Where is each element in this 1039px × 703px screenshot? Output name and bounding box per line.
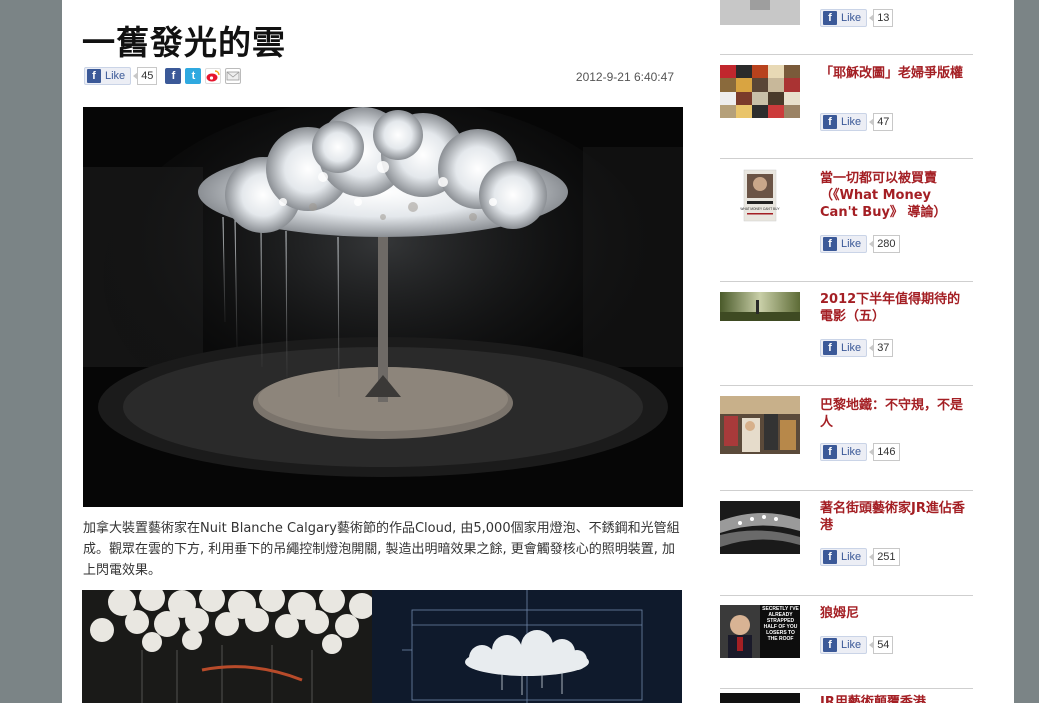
sidebar-item-title[interactable]: 當一切都可以被買賣（《What Money Can't Buy》 導論） (820, 170, 970, 221)
fb-like-button[interactable]: f Like (820, 443, 868, 461)
article-date: 2012-9-21 6:40:47 (575, 70, 674, 84)
book-cover-text: WHAT MONEY CAN'T BUY (740, 207, 780, 211)
fb-like-button[interactable]: f Like (820, 235, 868, 253)
sidebar-thumb[interactable] (720, 396, 800, 454)
fb-like-label: Like (841, 116, 862, 128)
sidebar-item-title[interactable]: 「耶穌改圖」老婦爭版權 (820, 65, 970, 82)
facebook-icon[interactable]: f (165, 68, 182, 84)
divider (720, 54, 973, 55)
sidebar-item: 「耶穌改圖」老婦爭版權 f Like 47 (720, 54, 973, 138)
fb-like-button[interactable]: f Like (820, 113, 868, 131)
fb-like-count: 280 (869, 235, 900, 253)
divider (720, 385, 973, 386)
fb-like-count: 45 (133, 67, 158, 85)
sidebar-item: JR用藝術顛覆香港 (720, 688, 973, 703)
sidebar-thumb[interactable]: WHAT MONEY CAN'T BUY (720, 168, 800, 223)
facebook-f-icon: f (87, 69, 101, 83)
fb-like-count: 54 (869, 636, 894, 654)
sidebar-thumb[interactable] (720, 65, 800, 118)
fb-like-button[interactable]: f Like (820, 9, 868, 27)
fb-like-label: Like (105, 70, 126, 82)
sidebar-item: WHAT MONEY CAN'T BUY 當一切都可以被買賣（《What Mon… (720, 158, 973, 278)
sidebar-thumb[interactable] (720, 693, 800, 703)
fb-like-label: Like (841, 446, 862, 458)
fb-like-label: Like (841, 639, 862, 651)
sidebar-item-top: f Like 13 (720, 0, 973, 40)
page: 一舊發光的雲 f Like 45 f t 2012-9-21 6:40:47 加… (62, 0, 1014, 703)
cloud-installation-image (83, 107, 683, 507)
sidebar-item: 著名街頭藝術家JR進佔香港 f Like 251 (720, 490, 973, 595)
facebook-f-icon: f (823, 11, 837, 25)
fb-like-count: 13 (869, 9, 894, 27)
sidebar-like-widget: f Like 37 (820, 339, 894, 357)
sidebar-like-widget: f Like 280 (820, 235, 900, 253)
facebook-f-icon: f (823, 638, 837, 652)
sidebar-like-widget: f Like 47 (820, 113, 894, 131)
sidebar-thumb[interactable]: SECRETLY I'VE ALREADY STRAPPED HALF OF Y… (720, 605, 800, 658)
fb-like-label: Like (841, 12, 862, 24)
fb-like-count: 47 (869, 113, 894, 131)
sidebar-thumb[interactable] (720, 501, 800, 554)
twitter-icon[interactable]: t (185, 68, 202, 84)
sidebar-item-title[interactable]: 著名街頭藝術家JR進佔香港 (820, 500, 970, 534)
fb-like-button[interactable]: f Like (820, 636, 868, 654)
article-description: 加拿大裝置藝術家在Nuit Blanche Calgary藝術節的作品Cloud… (83, 521, 680, 578)
facebook-f-icon: f (823, 237, 837, 251)
sidebar-thumb[interactable] (720, 0, 800, 25)
divider (720, 595, 973, 596)
fb-like-label: Like (841, 238, 862, 250)
sidebar-item-title[interactable]: 2012下半年值得期待的電影（五） (820, 291, 970, 325)
cloud-detail-image (82, 590, 682, 703)
sidebar-like-widget: f Like 54 (820, 636, 894, 654)
fb-like-button[interactable]: f Like (84, 67, 132, 85)
weibo-icon[interactable] (205, 68, 222, 84)
sidebar-item-title[interactable]: JR用藝術顛覆香港 (820, 694, 970, 703)
facebook-f-icon: f (823, 445, 837, 459)
sidebar-thumb[interactable] (720, 292, 800, 321)
email-icon[interactable] (225, 68, 242, 84)
sidebar-like-widget: f Like 251 (820, 548, 900, 566)
sidebar-item-title[interactable]: 狼姆尼 (820, 605, 970, 622)
sidebar-item: 2012下半年值得期待的電影（五） f Like 37 (720, 281, 973, 381)
sidebar-item: SECRETLY I'VE ALREADY STRAPPED HALF OF Y… (720, 595, 973, 685)
fb-like-count: 251 (869, 548, 900, 566)
facebook-f-icon: f (823, 115, 837, 129)
share-bar: f Like 45 f t (84, 66, 242, 86)
sidebar-like-widget: f Like 146 (820, 443, 900, 461)
fb-like-count: 37 (869, 339, 894, 357)
fb-like-label: Like (841, 342, 862, 354)
sidebar-item: 巴黎地鐵：不守規，不是人 f Like 146 (720, 385, 973, 495)
facebook-f-icon: f (823, 341, 837, 355)
sidebar-like-widget: f Like 13 (820, 9, 894, 27)
facebook-f-icon: f (823, 550, 837, 564)
fb-like-button[interactable]: f Like (820, 339, 868, 357)
romney-thumb-text: SECRETLY I'VE ALREADY STRAPPED HALF OF Y… (762, 606, 799, 642)
divider (720, 688, 973, 689)
divider (720, 158, 973, 159)
fb-like-button[interactable]: f Like (820, 548, 868, 566)
divider (720, 281, 973, 282)
fb-like-label: Like (841, 551, 862, 563)
fb-like-count: 146 (869, 443, 900, 461)
article-title: 一舊發光的雲 (82, 23, 286, 62)
sidebar-item-title[interactable]: 巴黎地鐵：不守規，不是人 (820, 397, 970, 431)
divider (720, 490, 973, 491)
